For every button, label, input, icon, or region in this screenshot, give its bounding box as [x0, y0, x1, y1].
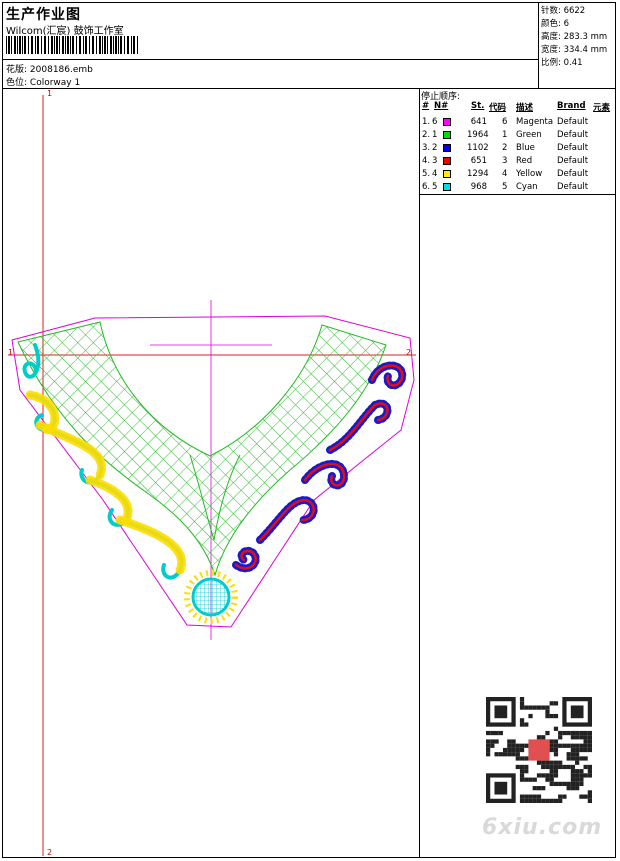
cyan-medallion — [191, 577, 231, 617]
qr-code-image — [486, 697, 592, 803]
marker-bottom: 2 — [47, 848, 53, 857]
qr-logo-stamp — [528, 739, 550, 761]
marker-left: 1 — [8, 348, 14, 357]
marker-top-left: 1 — [47, 89, 53, 98]
watermark-logo: 6xiu.com — [482, 815, 603, 840]
marker-right: 2 — [406, 348, 412, 357]
